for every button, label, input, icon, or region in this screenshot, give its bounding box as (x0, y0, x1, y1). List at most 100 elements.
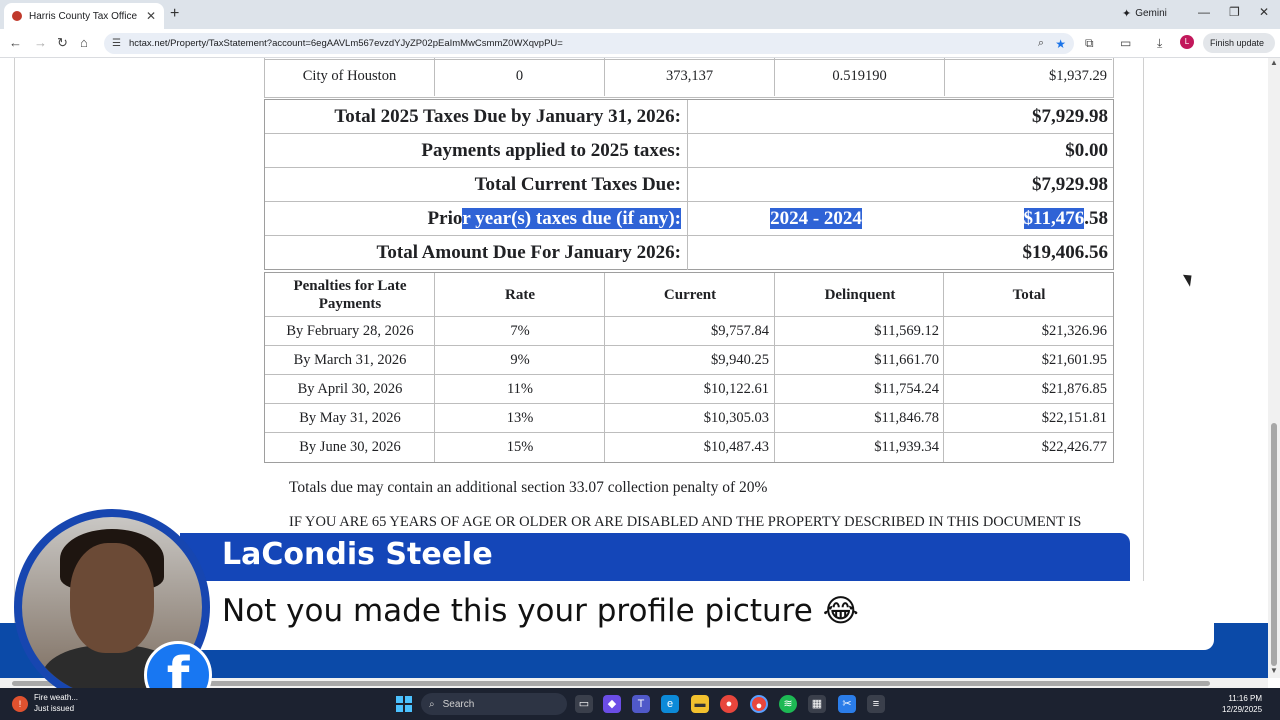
task-view-icon[interactable]: ▭ (575, 695, 593, 713)
prior-year-amount-plain: .58 (1084, 208, 1108, 229)
penalty-total: $21,876.85 (1041, 381, 1107, 397)
windows-start-icon[interactable] (396, 696, 412, 712)
taskbar-search[interactable]: ⌕ Search (421, 693, 567, 715)
reload-icon[interactable]: ↻ (57, 35, 68, 51)
tab-title: Harris County Tax Office (29, 10, 138, 22)
new-tab-button[interactable]: + (170, 5, 179, 23)
payments-applied-label: Payments applied to 2025 taxes: (265, 134, 688, 168)
chrome-active-icon[interactable]: ● (750, 695, 768, 713)
zoom-icon[interactable]: ⌕ (1038, 37, 1044, 50)
tab-close-icon[interactable]: ✕ (146, 9, 156, 23)
totals-table: Total 2025 Taxes Due by January 31, 2026… (264, 99, 1114, 270)
gemini-label: Gemini (1135, 8, 1167, 19)
extensions-icon[interactable]: ⧉ (1085, 36, 1094, 51)
window-close-icon[interactable]: ✕ (1259, 5, 1269, 19)
penalty-rate: 9% (510, 352, 530, 368)
site-info-icon[interactable]: ☰ (112, 38, 121, 49)
weather-subtitle: Just issued (34, 704, 75, 713)
jurisdiction-row: City of Houston 0 373,137 0.519190 $1,93… (264, 58, 1114, 98)
jurisdiction-name: City of Houston (265, 58, 435, 96)
bookmark-star-icon[interactable]: ★ (1055, 37, 1066, 51)
url-text: hctax.net/Property/TaxStatement?account=… (128, 38, 563, 49)
spotify-icon[interactable]: ≋ (779, 695, 797, 713)
age-disability-note: IF YOU ARE 65 YEARS OF AGE OR OLDER OR A… (289, 514, 1082, 530)
payments-applied-row: Payments applied to 2025 taxes: $0.00 (265, 134, 1113, 168)
profile-avatar[interactable]: L (1180, 35, 1194, 49)
prior-year-amount-selected: $11,476 (1023, 208, 1085, 229)
home-icon[interactable]: ⌂ (80, 35, 88, 50)
gemini-button[interactable]: ✦ Gemini (1122, 7, 1167, 20)
penalty-date: By June 30, 2026 (299, 439, 401, 455)
clock-time: 11:16 PM (1228, 694, 1263, 703)
tab-harris-county[interactable]: Harris County Tax Office ✕ (4, 3, 164, 29)
copilot-icon[interactable]: ◆ (603, 695, 621, 713)
penalty-date: By February 28, 2026 (286, 323, 414, 339)
penalty-current: $9,757.84 (711, 323, 769, 339)
site-favicon-icon (12, 11, 22, 21)
penalty-total: $22,426.77 (1041, 439, 1107, 455)
penalty-total: $22,151.81 (1041, 410, 1107, 426)
prior-year-taxes-label[interactable]: Prior year(s) taxes due (if any): (265, 202, 688, 236)
total-2025-taxes-amount: $7,929.98 (1032, 106, 1108, 127)
penalty-current: $10,487.43 (703, 439, 769, 455)
file-explorer-icon[interactable]: ▬ (691, 695, 709, 713)
prior-year-amount[interactable]: $11,476.58 (942, 202, 1108, 236)
header-current: Current (663, 287, 717, 303)
back-icon[interactable]: ← (9, 35, 22, 50)
calculator-icon[interactable]: ▦ (808, 695, 826, 713)
vertical-scroll-thumb[interactable] (1271, 423, 1277, 666)
total-2025-taxes-middle (690, 100, 942, 134)
tab-search-icon[interactable]: ▭ (1120, 36, 1131, 50)
edge-icon[interactable]: e (661, 695, 679, 713)
table-row: By February 28, 2026 7% $9,757.84 $11,56… (265, 317, 1113, 346)
header-delinquent: Delinquent (824, 287, 896, 303)
weather-widget[interactable]: ! Fire weath... Just issued (12, 692, 78, 714)
penalty-delinquent: $11,569.12 (874, 323, 939, 339)
table-row: By April 30, 2026 11% $10,122.61 $11,754… (265, 375, 1113, 404)
penalties-table: Penalties for Late Payments Rate Current… (264, 272, 1114, 463)
address-bar[interactable]: ☰ hctax.net/Property/TaxStatement?accoun… (104, 33, 1074, 54)
table-row: By May 31, 2026 13% $10,305.03 $11,846.7… (265, 404, 1113, 433)
downloads-icon[interactable]: ⤓ (1157, 36, 1162, 51)
penalty-current: $10,122.61 (703, 381, 769, 397)
total-2025-taxes-label: Total 2025 Taxes Due by January 31, 2026… (265, 100, 688, 134)
penalty-rate: 7% (510, 323, 530, 339)
prior-year-label-plain: Prio (427, 208, 463, 229)
penalty-total: $21,601.95 (1041, 352, 1107, 368)
penalty-rate: 15% (506, 439, 534, 455)
total-current-taxes-label: Total Current Taxes Due: (265, 168, 688, 202)
scroll-down-icon[interactable]: ▼ (1270, 666, 1278, 675)
notepad-icon[interactable]: ≡ (867, 695, 885, 713)
total-current-taxes-middle (690, 168, 942, 202)
gemini-icon: ✦ (1122, 8, 1132, 20)
minimize-icon[interactable]: — (1198, 5, 1210, 19)
penalty-date: By March 31, 2026 (293, 352, 407, 368)
penalty-delinquent: $11,846.78 (874, 410, 939, 426)
header-total: Total (1012, 287, 1046, 303)
comment-text: Not you made this your profile picture 😂 (222, 593, 859, 629)
system-clock[interactable]: 11:16 PM 12/29/2025 (1222, 693, 1262, 715)
snipping-tool-icon[interactable]: ✂ (838, 695, 856, 713)
total-amount-due-label: Total Amount Due For January 2026: (265, 236, 688, 270)
clock-date: 12/29/2025 (1222, 705, 1263, 714)
header-rate: Rate (505, 287, 535, 303)
chrome-icon[interactable]: ● (720, 695, 738, 713)
penalties-header-row: Penalties for Late Payments Rate Current… (265, 273, 1113, 317)
forward-icon[interactable]: → (34, 35, 47, 50)
commenter-name: LaCondis Steele (222, 537, 493, 572)
jurisdiction-taxable-value: 373,137 (605, 58, 775, 96)
scroll-up-icon[interactable]: ▲ (1270, 58, 1278, 67)
finish-update-button[interactable]: Finish update (1203, 33, 1275, 53)
penalty-total: $21,326.96 (1041, 323, 1107, 339)
payments-applied-middle (690, 134, 942, 168)
prior-year-label-selected: r year(s) taxes due (if any): (462, 208, 681, 229)
restore-icon[interactable]: ❐ (1229, 5, 1240, 19)
penalty-date: By April 30, 2026 (297, 381, 403, 397)
total-current-taxes-amount: $7,929.98 (1032, 174, 1108, 195)
teams-icon[interactable]: T (632, 695, 650, 713)
vertical-scrollbar[interactable]: ▲ ▼ (1268, 58, 1280, 678)
weather-alert-icon: ! (12, 696, 28, 712)
total-amount-due-middle (690, 236, 942, 270)
prior-year-range[interactable]: 2024 - 2024 (690, 202, 942, 236)
taskbar: ! Fire weath... Just issued ⌕ Search ▭ ◆… (0, 688, 1280, 720)
